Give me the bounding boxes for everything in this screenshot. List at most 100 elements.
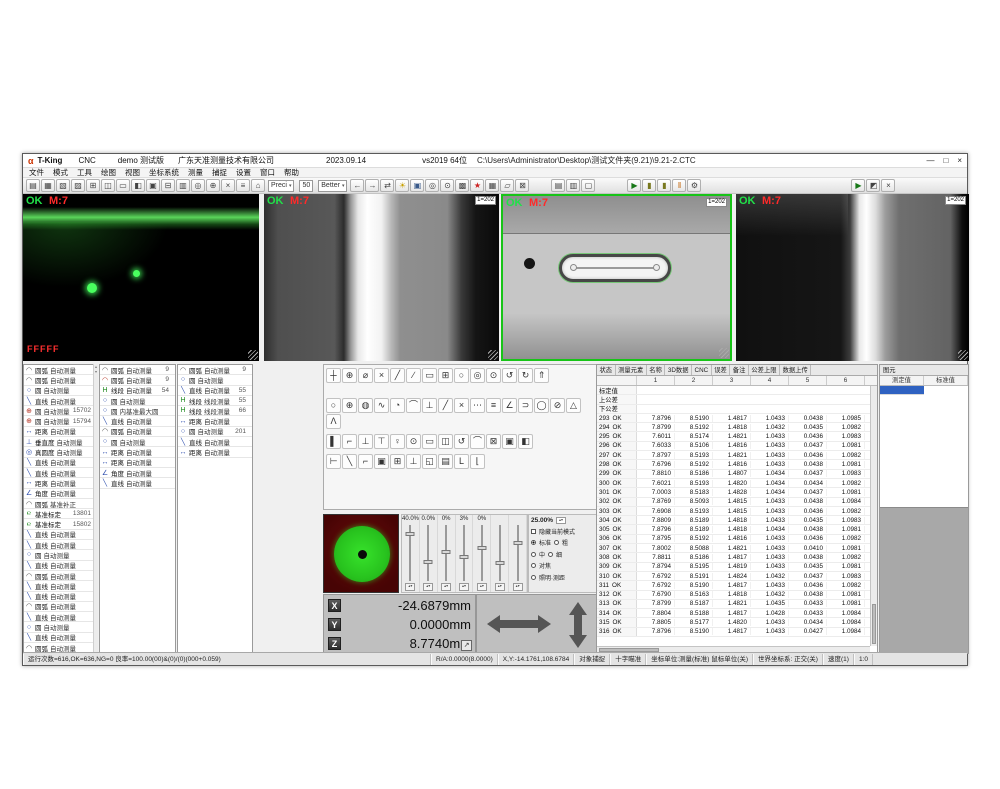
measure-tool-icon[interactable]: ◯ bbox=[534, 398, 549, 413]
measure-tool-icon[interactable]: ⌐ bbox=[342, 434, 357, 449]
measure-tool-icon[interactable]: ↺ bbox=[454, 434, 469, 449]
measure-tool-icon[interactable]: ○ bbox=[326, 398, 341, 413]
slider-spinner[interactable]: ▴▾ bbox=[459, 583, 469, 591]
measure-item-row[interactable]: ╲ 直线 自动测量 bbox=[24, 458, 97, 468]
toolbar-icon[interactable]: ≡ bbox=[236, 179, 250, 192]
measure-item-row[interactable]: ╲ 直线 自动测量 bbox=[24, 468, 97, 478]
measure-tool-icon[interactable]: ○ bbox=[454, 368, 469, 383]
toolbar-icon[interactable]: ▣ bbox=[146, 179, 160, 192]
measure-item-row[interactable]: ↔ 距离 自动测量 bbox=[100, 458, 175, 468]
light-slider[interactable]: 0.0% ▴▾ bbox=[420, 515, 438, 592]
camera-view-2[interactable]: OK M:7 1=202 bbox=[264, 194, 499, 361]
measure-item-row[interactable]: ◠ 圆弧 自动测量 bbox=[24, 365, 97, 375]
slider-spinner[interactable]: ▴▾ bbox=[477, 583, 487, 591]
measure-tool-icon[interactable]: ◫ bbox=[438, 434, 453, 449]
measure-item-row[interactable]: ╲ 直线 自动测量 55 bbox=[178, 386, 252, 396]
result-row[interactable]: 298 OK 7.6796 8.5192 1.4816 1.0433 0.043… bbox=[597, 460, 877, 469]
toolbar-icon[interactable]: ▣ bbox=[410, 179, 424, 192]
measure-item-row[interactable]: ○ 圆 自动测量 bbox=[24, 550, 97, 560]
statusbar-segment[interactable]: 世界坐标系: 正交(关) bbox=[753, 654, 823, 665]
reference-row[interactable]: 标定值 bbox=[597, 386, 877, 395]
toolbar-icon[interactable]: ⊠ bbox=[515, 179, 529, 192]
measure-item-row[interactable]: ╲ 直线 自动测量 bbox=[24, 561, 97, 571]
table-tab[interactable]: 名称 bbox=[647, 365, 666, 375]
measure-item-row[interactable]: ∠ 角度 自动测量 bbox=[24, 489, 97, 499]
measure-tool-icon[interactable]: ∕ bbox=[406, 368, 421, 383]
camera-view-4[interactable]: OK M:7 1=202 bbox=[736, 194, 969, 361]
statusbar-segment[interactable]: 十字瞄准 bbox=[610, 654, 646, 665]
camera-view-3-selected[interactable]: OK M:7 1=202 bbox=[501, 194, 732, 361]
light-slider[interactable]: 40.0% ▴▾ bbox=[402, 515, 420, 592]
coarse-radio[interactable] bbox=[554, 540, 559, 545]
measure-tool-icon[interactable]: ▣ bbox=[502, 434, 517, 449]
measure-item-row[interactable]: ◠ 圆弧 自动测量 9 bbox=[100, 365, 175, 375]
slider-spinner[interactable]: ▴▾ bbox=[405, 583, 415, 591]
slider-thumb[interactable] bbox=[424, 560, 433, 564]
measure-tool-icon[interactable]: ⊥ bbox=[358, 434, 373, 449]
toolbar-icon[interactable]: ▤ bbox=[551, 179, 565, 192]
toolbar-icon[interactable]: ⇄ bbox=[380, 179, 394, 192]
result-row[interactable]: 299 OK 7.8810 8.5186 1.4807 1.0434 0.043… bbox=[597, 470, 877, 479]
toolbar-icon[interactable]: ◫ bbox=[101, 179, 115, 192]
minimize-button[interactable]: — bbox=[926, 156, 934, 165]
measure-tool-icon[interactable]: ⊕ bbox=[342, 398, 357, 413]
measure-tool-icon[interactable]: ╲ bbox=[342, 454, 357, 469]
measure-tool-icon[interactable]: ↻ bbox=[518, 368, 533, 383]
measure-tool-icon[interactable]: × bbox=[374, 368, 389, 383]
measure-tool-icon[interactable]: ╱ bbox=[390, 368, 405, 383]
toolbar-icon[interactable]: ⊞ bbox=[86, 179, 100, 192]
measure-item-row[interactable]: ↔ 距离 自动测量 bbox=[24, 478, 97, 488]
toolbar-icon[interactable]: ★ bbox=[470, 179, 484, 192]
jog-left-icon[interactable] bbox=[487, 615, 500, 633]
focus-radio[interactable] bbox=[531, 563, 536, 568]
result-row[interactable]: 293 OK 7.8796 8.5190 1.4817 1.0433 0.043… bbox=[597, 414, 877, 423]
measure-item-row[interactable]: ℮ 基准标定 13801 bbox=[24, 509, 97, 519]
run-control-icon[interactable]: ▶ bbox=[627, 179, 641, 192]
measure-item-row[interactable]: ○ 圆 自动测量 bbox=[24, 386, 97, 396]
light-ring-control[interactable] bbox=[323, 514, 399, 593]
measure-tool-icon[interactable]: ▭ bbox=[422, 368, 437, 383]
toolbar-icon[interactable]: ▥ bbox=[566, 179, 580, 192]
slider-thumb[interactable] bbox=[442, 550, 451, 554]
table-tab[interactable]: CNC bbox=[692, 365, 712, 375]
measure-item-row[interactable]: ╲ 直线 自动测量 bbox=[100, 416, 175, 426]
menu-item[interactable]: 绘图 bbox=[101, 167, 116, 178]
measure-item-row[interactable]: ╲ 直线 自动测量 bbox=[24, 530, 97, 540]
statusbar-segment[interactable]: 坐标单位:测量(标准) 鼠标单位(关) bbox=[646, 654, 753, 665]
result-row[interactable]: 311 OK 7.6792 8.5190 1.4817 1.0433 0.043… bbox=[597, 581, 877, 590]
measure-item-row[interactable]: ╲ 直线 自动测量 bbox=[24, 581, 97, 591]
toolbar-icon[interactable]: ▩ bbox=[455, 179, 469, 192]
column-number-header[interactable]: 4 bbox=[751, 376, 789, 385]
measure-tool-icon[interactable]: ▤ bbox=[438, 454, 453, 469]
jog-up-icon[interactable] bbox=[569, 602, 587, 615]
slider-track[interactable] bbox=[499, 525, 501, 581]
measure-tool-icon[interactable]: ⊞ bbox=[438, 368, 453, 383]
measure-tool-icon[interactable]: ⊙ bbox=[486, 368, 501, 383]
measure-item-row[interactable]: ○ 圆 内基准最大圆 bbox=[100, 406, 175, 416]
slider-track[interactable] bbox=[517, 525, 519, 581]
statusbar-segment[interactable]: 对象捕捉 bbox=[574, 654, 610, 665]
light-slider[interactable]: ▴▾ bbox=[491, 515, 509, 592]
menu-item[interactable]: 视图 bbox=[125, 167, 140, 178]
toolbar-icon[interactable]: ▦ bbox=[485, 179, 499, 192]
measure-tool-icon[interactable]: ┼ bbox=[326, 368, 341, 383]
measure-item-row[interactable]: ◠ 圆弧 基准补正 bbox=[24, 499, 97, 509]
table-vertical-scrollbar[interactable] bbox=[870, 386, 877, 646]
toolbar-icon[interactable]: → bbox=[365, 179, 379, 192]
measure-item-row[interactable]: ◎ 真圆度 自动测量 bbox=[24, 447, 97, 457]
measure-tool-icon[interactable]: ∿ bbox=[374, 398, 389, 413]
measure-item-row[interactable]: ◠ 圆弧 自动测量 bbox=[100, 427, 175, 437]
toolbar-icon[interactable]: ⊕ bbox=[206, 179, 220, 192]
toolbar-icon[interactable]: ◧ bbox=[131, 179, 145, 192]
measure-tool-icon[interactable]: ⊕ bbox=[342, 368, 357, 383]
measure-item-row[interactable]: H 线段 线段测量 55 bbox=[178, 396, 252, 406]
measure-item-row[interactable]: ╲ 直线 自动测量 bbox=[24, 540, 97, 550]
measure-item-row[interactable]: H 线段 自动测量 54 bbox=[100, 386, 175, 396]
menu-item[interactable]: 模式 bbox=[53, 167, 68, 178]
slider-track[interactable] bbox=[463, 525, 465, 581]
table-tab[interactable]: 测量元素 bbox=[616, 365, 647, 375]
measure-item-row[interactable]: ◠ 圆弧 自动测量 bbox=[24, 375, 97, 385]
measure-tool-icon[interactable]: ◔ bbox=[390, 398, 405, 413]
measure-item-row[interactable]: ╲ 直线 自动测量 bbox=[24, 633, 97, 643]
column-number-header[interactable]: 2 bbox=[675, 376, 713, 385]
